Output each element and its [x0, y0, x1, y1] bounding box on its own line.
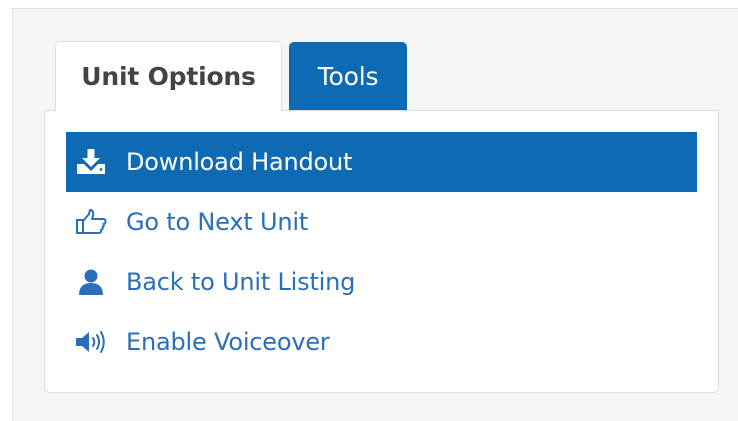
menu-item-label: Back to Unit Listing	[126, 268, 356, 296]
unit-options-panel: Download Handout Go to Next Unit Back to…	[44, 110, 719, 393]
menu-item-label: Go to Next Unit	[126, 208, 309, 236]
enable-voiceover-link[interactable]: Enable Voiceover	[66, 312, 697, 372]
user-icon	[73, 267, 109, 297]
tab-unit-options[interactable]: Unit Options	[55, 41, 282, 111]
menu-item-label: Download Handout	[126, 148, 353, 176]
thumbs-up-icon	[73, 207, 109, 237]
tab-unit-options-label: Unit Options	[81, 62, 256, 91]
tab-tools[interactable]: Tools	[289, 42, 407, 110]
volume-icon	[73, 327, 109, 357]
download-handout-link[interactable]: Download Handout	[66, 132, 697, 192]
back-to-unit-listing-link[interactable]: Back to Unit Listing	[66, 252, 697, 312]
menu-item-label: Enable Voiceover	[126, 328, 330, 356]
go-to-next-unit-link[interactable]: Go to Next Unit	[66, 192, 697, 252]
download-icon	[73, 147, 109, 177]
tab-tools-label: Tools	[317, 61, 379, 91]
